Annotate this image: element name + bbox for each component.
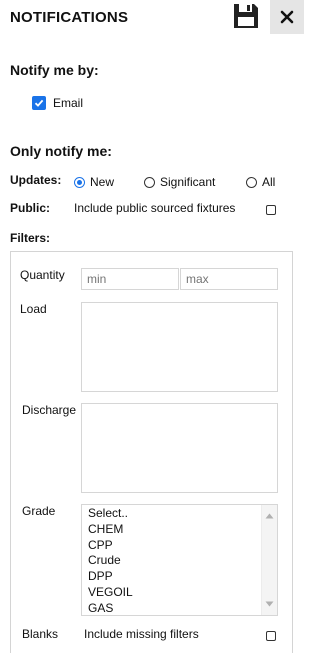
email-checkbox[interactable] (32, 96, 46, 110)
load-input[interactable] (81, 302, 278, 392)
grade-option[interactable]: Crude (82, 553, 277, 569)
updates-option-new[interactable]: New (74, 175, 114, 189)
option-significant-label: Significant (160, 175, 216, 189)
option-all-label: All (262, 175, 276, 189)
blanks-checkbox[interactable] (266, 631, 276, 641)
close-icon (280, 10, 294, 24)
grade-option[interactable]: CPP (82, 538, 277, 554)
public-text: Include public sourced fixtures (74, 201, 236, 215)
grade-scrollbar[interactable] (261, 505, 277, 615)
public-label: Public: (10, 201, 51, 215)
option-new-label: New (90, 175, 115, 189)
checkmark-icon (34, 99, 44, 107)
scroll-down-icon[interactable] (265, 601, 274, 607)
discharge-label: Discharge (22, 403, 77, 417)
email-option[interactable]: Email (32, 96, 83, 110)
grade-option[interactable]: CHEM (82, 522, 277, 538)
discharge-input[interactable] (81, 403, 278, 493)
grade-option[interactable]: Select.. (82, 506, 277, 522)
grade-option[interactable]: VEGOIL (82, 585, 277, 601)
grade-option[interactable]: DPP (82, 569, 277, 585)
save-button[interactable] (232, 2, 260, 30)
grade-option[interactable]: GAS (82, 601, 277, 615)
blanks-text: Include missing filters (84, 627, 199, 641)
scroll-up-icon[interactable] (265, 513, 274, 519)
floppy-disk-icon (234, 4, 258, 28)
load-label: Load (20, 302, 47, 316)
blanks-label: Blanks (22, 627, 59, 641)
updates-label: Updates: (10, 173, 62, 187)
only-notify-heading: Only notify me: (10, 143, 112, 159)
panel-title: NOTIFICATIONS (10, 9, 129, 26)
notify-by-heading: Notify me by: (10, 62, 99, 78)
close-button[interactable] (270, 0, 304, 34)
radio-new[interactable] (74, 176, 85, 188)
quantity-label: Quantity (20, 268, 65, 282)
quantity-max-input[interactable] (180, 268, 278, 290)
grade-label: Grade (22, 504, 56, 518)
email-label: Email (53, 96, 84, 110)
radio-all[interactable] (246, 176, 257, 188)
filters-heading: Filters: (10, 231, 51, 245)
radio-significant[interactable] (144, 176, 155, 188)
updates-option-significant[interactable]: Significant (144, 175, 215, 189)
grade-listbox[interactable]: Select.. CHEM CPP Crude DPP VEGOIL GAS (81, 504, 278, 616)
public-checkbox[interactable] (266, 205, 276, 215)
quantity-min-input[interactable] (81, 268, 179, 290)
updates-option-all[interactable]: All (246, 175, 275, 189)
